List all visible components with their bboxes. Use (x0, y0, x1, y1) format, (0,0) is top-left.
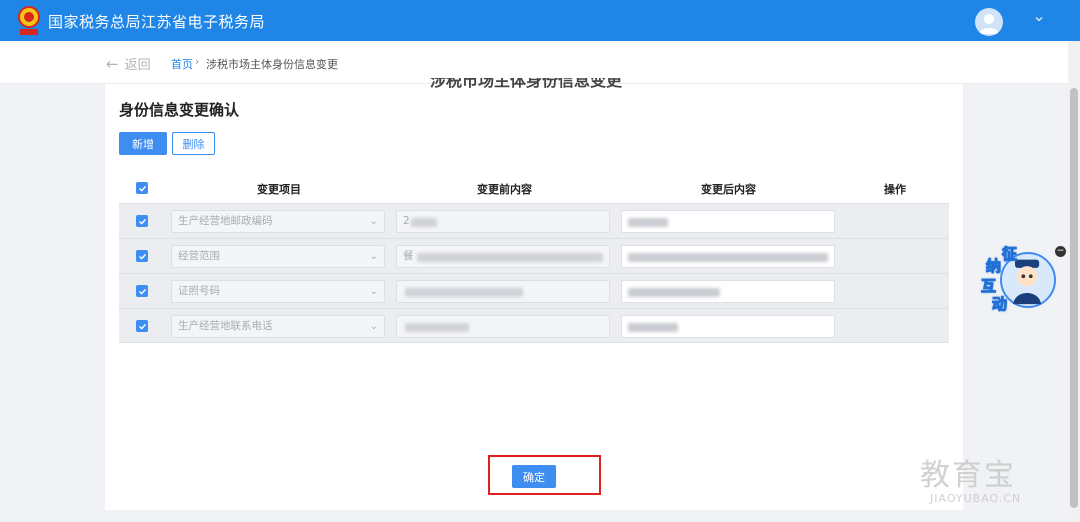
row-checkbox[interactable] (136, 215, 148, 227)
row-checkbox[interactable] (136, 320, 148, 332)
row-checkbox[interactable] (136, 250, 148, 262)
redacted-text (628, 288, 720, 297)
scrollbar-thumb[interactable] (1070, 88, 1078, 508)
change-item-select[interactable]: 证照号码 ⌄ (171, 280, 385, 303)
site-title[interactable]: 国家税务总局江苏省电子税务局 (48, 11, 265, 32)
watermark-url: JIAOYUBAO.CN (930, 492, 1022, 505)
top-header: 国家税务总局江苏省电子税务局 (0, 0, 1080, 41)
change-item-select[interactable]: 生产经营地联系电话 ⌄ (171, 315, 385, 338)
widget-char: 纳 (985, 257, 1002, 276)
before-value: 2 (403, 215, 410, 227)
change-item-value: 生产经营地邮政编码 (178, 215, 273, 227)
breadcrumb-separator: › (195, 55, 200, 68)
column-header-before: 变更前内容 (477, 183, 532, 196)
breadcrumb-home[interactable]: 首页 (171, 56, 193, 72)
table-row: 证照号码 ⌄ (119, 273, 949, 308)
change-item-select[interactable]: 经营范围 ⌄ (171, 245, 385, 268)
tax-emblem-icon (18, 6, 40, 35)
before-content-field (396, 315, 610, 338)
after-content-input[interactable] (621, 245, 835, 268)
table-row: 生产经营地联系电话 ⌄ (119, 308, 949, 343)
widget-char: 征 (1001, 245, 1018, 264)
select-all-checkbox[interactable] (136, 182, 148, 194)
after-content-input[interactable] (621, 280, 835, 303)
redacted-text (417, 253, 603, 262)
before-value: 餐 (403, 250, 414, 262)
section-title: 身份信息变更确认 (119, 101, 240, 119)
chevron-down-icon[interactable] (1034, 14, 1044, 24)
redacted-text (405, 323, 469, 332)
change-item-value: 经营范围 (178, 250, 220, 262)
back-button[interactable]: ← 返回 (106, 54, 151, 74)
redacted-text (628, 253, 828, 262)
user-avatar-icon[interactable] (975, 8, 1003, 36)
tax-interaction-widget[interactable]: − 征 纳 互 动 (978, 243, 1066, 315)
after-content-input[interactable] (621, 315, 835, 338)
chevron-down-icon: ⌄ (369, 286, 378, 297)
column-header-item: 变更项目 (257, 183, 301, 196)
row-checkbox[interactable] (136, 285, 148, 297)
chevron-down-icon: ⌄ (369, 216, 378, 227)
table-row: 经营范围 ⌄ 餐 (119, 238, 949, 273)
close-icon[interactable]: − (1055, 246, 1066, 257)
page-title-partial: 涉税市场主体身份信息变更 (430, 78, 623, 88)
add-button[interactable]: 新增 (119, 132, 167, 155)
breadcrumb-current: 涉税市场主体身份信息变更 (206, 58, 338, 71)
redacted-text (411, 218, 437, 227)
change-item-select[interactable]: 生产经营地邮政编码 ⌄ (171, 210, 385, 233)
watermark-logo-text: 教育宝 (920, 458, 1016, 493)
confirm-button[interactable]: 确定 (512, 465, 556, 488)
main-panel: 涉税市场主体身份信息变更 身份信息变更确认 新增 删除 变更项目 变更前内容 变… (105, 78, 963, 510)
change-item-value: 证照号码 (178, 285, 220, 297)
before-content-field: 2 (396, 210, 610, 233)
before-content-field: 餐 (396, 245, 610, 268)
before-content-field (396, 280, 610, 303)
chevron-down-icon: ⌄ (369, 321, 378, 332)
column-header-action: 操作 (884, 183, 906, 196)
after-content-input[interactable] (621, 210, 835, 233)
redacted-text (405, 288, 523, 297)
chevron-down-icon: ⌄ (369, 251, 378, 262)
change-item-value: 生产经营地联系电话 (178, 320, 273, 332)
redacted-text (628, 218, 668, 227)
arrow-left-icon: ← (106, 54, 119, 73)
back-label: 返回 (124, 58, 151, 73)
delete-button[interactable]: 删除 (172, 132, 215, 155)
redacted-text (628, 323, 678, 332)
widget-char: 动 (991, 295, 1008, 314)
table-row: 生产经营地邮政编码 ⌄ 2 (119, 203, 949, 238)
table-header: 变更项目 变更前内容 变更后内容 操作 (119, 172, 949, 203)
change-table: 变更项目 变更前内容 变更后内容 操作 生产经营地邮政编码 ⌄ 2 经营范围 ⌄… (119, 172, 949, 343)
column-header-after: 变更后内容 (701, 183, 756, 196)
watermark: 教育宝 JIAOYUBAO.CN (920, 450, 1021, 505)
